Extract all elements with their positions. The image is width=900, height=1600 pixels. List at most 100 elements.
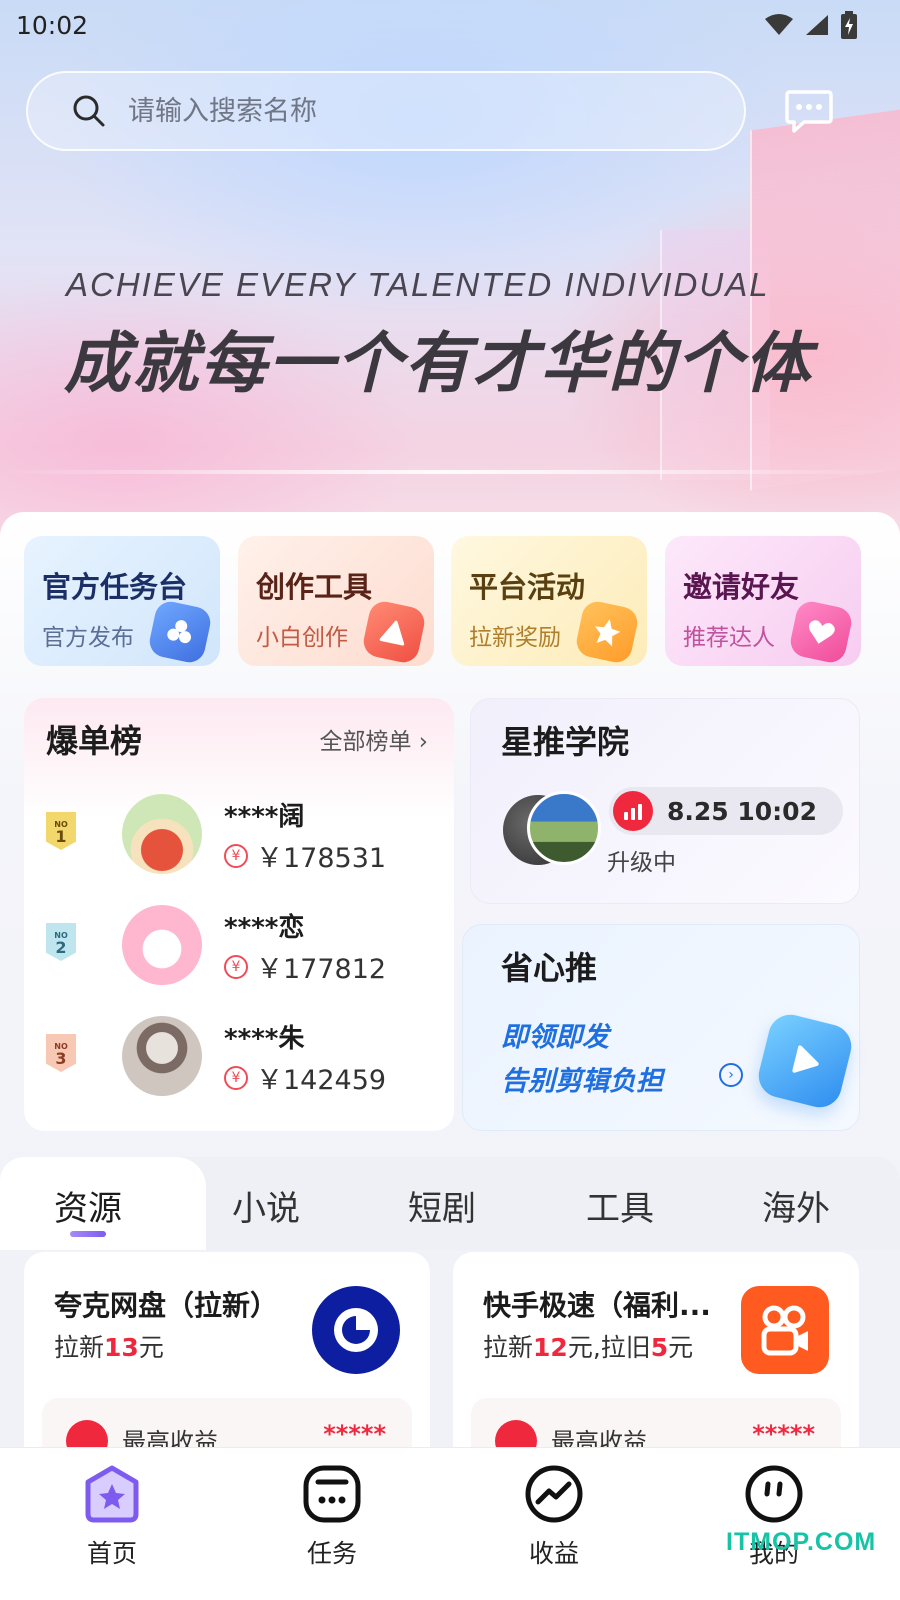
hot-list-amount-row: ¥ ￥142459: [224, 1058, 386, 1097]
rank-medal-icon: NO 2: [46, 923, 76, 961]
academy-title: 星推学院: [501, 723, 630, 761]
rank-medal-icon: NO 1: [46, 812, 76, 850]
resource-desc-prefix: 拉新: [483, 1333, 534, 1362]
avatar: [122, 905, 202, 985]
nav-label: 收益: [528, 1539, 579, 1568]
live-schedule-pill: 8.25 10:02: [609, 787, 843, 835]
tab-short-dramas[interactable]: 短剧: [372, 1181, 512, 1230]
quick-entry-platform-events[interactable]: 平台活动 拉新奖励: [451, 536, 647, 666]
hot-list-title: 爆单榜: [46, 722, 143, 760]
live-bars-icon: [613, 791, 653, 831]
kuaishou-logo-icon: [741, 1286, 829, 1374]
live-time: 8.25 10:02: [667, 796, 817, 826]
hot-list-amount: ￥178531: [256, 843, 387, 874]
avatar: [122, 1016, 202, 1096]
hot-list-amount-row: ¥ ￥178531: [224, 836, 386, 875]
quick-entry-official-tasks[interactable]: 官方任务台 官方发布: [24, 536, 220, 666]
signal-icon: [806, 15, 828, 35]
quick-entry-title: 官方任务台: [42, 570, 188, 604]
chevron-right-icon: ›: [418, 729, 428, 755]
nav-tasks[interactable]: 任务: [262, 1462, 402, 1570]
hot-list-name: ****朱: [224, 1024, 305, 1054]
hot-list-amount-row: ¥ ￥177812: [224, 947, 386, 986]
status-time: 10:02: [16, 10, 89, 40]
nav-label: 任务: [306, 1539, 357, 1568]
play-icon: [360, 598, 428, 666]
category-tabs: 资源 小说 短剧 工具 海外: [0, 1157, 900, 1252]
worry-free-line1: 即领即发: [501, 1022, 609, 1053]
resource-desc-suffix: 元: [668, 1333, 694, 1362]
avatar: [122, 794, 202, 874]
bottom-navigation: 首页 任务 收益 我的: [0, 1447, 900, 1600]
earnings-value: *****: [752, 1420, 815, 1448]
home-star-icon: [85, 1465, 139, 1523]
status-icons: [764, 11, 858, 39]
tab-resources[interactable]: 资源: [18, 1181, 158, 1230]
hot-list-row[interactable]: NO 2 ****恋 ¥ ￥177812: [46, 903, 446, 987]
banner-slogan-en: ACHIEVE EVERY TALENTED INDIVIDUAL: [66, 266, 770, 303]
hot-list-card: 爆单榜 全部榜单 › NO 1 ****阔 ¥ ￥178531 NO 2 ****恋 …: [24, 698, 454, 1131]
rank-number: 2: [55, 938, 67, 957]
quick-entry-title: 邀请好友: [683, 570, 800, 604]
resource-desc-value: 12: [533, 1333, 568, 1362]
hero-banner[interactable]: 10:02 ACHIEVE EVERY TALENTED INDIVIDUAL …: [0, 0, 900, 560]
flower-icon: [146, 598, 214, 666]
battery-icon: [841, 11, 857, 39]
nav-home[interactable]: 首页: [42, 1462, 182, 1570]
quick-entry-invite-friends[interactable]: 邀请好友 推荐达人: [665, 536, 861, 666]
resource-title: 夸克网盘（拉新）: [54, 1289, 279, 1322]
banner-slogan-cn: 成就每一个有才华的个体: [64, 325, 812, 402]
banner-light-line: [0, 470, 900, 474]
hot-list-row[interactable]: NO 3 ****朱 ¥ ￥142459: [46, 1014, 446, 1098]
earnings-chart-icon: [525, 1465, 583, 1523]
hot-list-all-link[interactable]: 全部榜单 ›: [319, 722, 428, 756]
yen-icon: ¥: [224, 954, 248, 979]
profile-face-icon: [745, 1465, 803, 1523]
heart-icon: [787, 598, 855, 666]
quick-entry-creation-tools[interactable]: 创作工具 小白创作: [238, 536, 434, 666]
search-bar[interactable]: [26, 71, 746, 151]
wifi-icon: [765, 14, 793, 35]
status-bar: 10:02: [0, 0, 900, 50]
tab-tools[interactable]: 工具: [550, 1181, 690, 1230]
hot-list-row[interactable]: NO 1 ****阔 ¥ ￥178531: [46, 792, 446, 876]
hot-list-name: ****恋: [224, 913, 305, 943]
rank-number: 1: [55, 827, 67, 846]
task-icon: [303, 1465, 361, 1523]
nav-label: 首页: [86, 1539, 137, 1568]
resource-desc-prefix: 拉新: [54, 1333, 105, 1362]
resource-desc: 拉新13元: [54, 1328, 164, 1364]
message-icon[interactable]: [784, 88, 834, 134]
nav-earnings[interactable]: 收益: [484, 1462, 624, 1570]
resource-title: 快手极速（福利...: [483, 1289, 711, 1322]
rank-number: 3: [55, 1049, 67, 1068]
worry-free-title: 省心推: [501, 949, 598, 987]
quick-entry-title: 创作工具: [256, 570, 373, 604]
watermark-text: ITMOP.COM: [726, 1528, 877, 1556]
resource-desc-value2: 5: [650, 1333, 669, 1362]
resource-desc: 拉新12元,拉旧5元: [483, 1328, 693, 1364]
worry-free-line2: 告别剪辑负担: [501, 1066, 663, 1097]
avatar: [527, 791, 601, 865]
search-input[interactable]: [128, 95, 648, 127]
hot-list-name: ****阔: [224, 802, 305, 832]
resource-desc-mid: 元,拉旧: [567, 1333, 651, 1362]
resource-desc-value: 13: [104, 1333, 139, 1362]
play-cube-icon: [754, 1010, 856, 1112]
star-icon: [573, 598, 641, 666]
hot-list-amount: ￥177812: [256, 954, 387, 985]
resource-desc-suffix: 元: [138, 1333, 164, 1362]
academy-card[interactable]: 星推学院 8.25 10:02 升级中: [470, 698, 860, 904]
worry-free-card[interactable]: 省心推 即领即发 告别剪辑负担 ›: [462, 924, 860, 1131]
hot-list-all-label: 全部榜单: [319, 729, 412, 755]
earnings-value: *****: [323, 1420, 386, 1448]
search-icon: [73, 95, 105, 127]
quark-logo-icon: [312, 1286, 400, 1374]
academy-status: 升级中: [607, 850, 676, 876]
tab-overseas[interactable]: 海外: [726, 1181, 866, 1230]
yen-icon: ¥: [224, 843, 248, 868]
hot-list-amount: ￥142459: [256, 1065, 387, 1096]
tab-novels[interactable]: 小说: [196, 1181, 336, 1230]
rank-medal-icon: NO 3: [46, 1034, 76, 1072]
yen-icon: ¥: [224, 1065, 248, 1090]
